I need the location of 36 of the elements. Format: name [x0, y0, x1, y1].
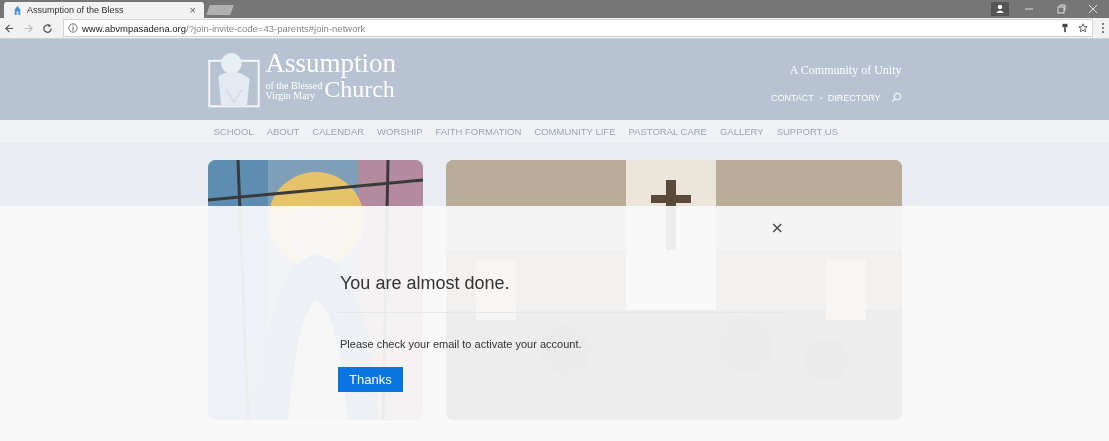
close-button[interactable]: ×: [766, 220, 788, 236]
tagline: A Community of Unity: [789, 63, 902, 78]
logo-subtitle: of the Blessed: [265, 81, 323, 91]
nav-link[interactable]: PASTORAL CARE: [628, 125, 707, 137]
key-icon[interactable]: [1060, 23, 1070, 33]
modal-heading: You are almost done.: [340, 273, 511, 294]
info-icon: [68, 23, 78, 33]
back-icon[interactable]: [4, 22, 15, 34]
profile-icon[interactable]: [991, 2, 1009, 16]
logo-title[interactable]: Church: [324, 77, 395, 101]
star-icon[interactable]: [1078, 23, 1088, 33]
address-bar[interactable]: www.abvmpasadena.org/?join-invite-code=43-parents#join-network: [63, 19, 1093, 37]
header-link[interactable]: DIRECTORY: [827, 92, 881, 103]
nav-link[interactable]: GALLERY: [719, 125, 764, 137]
new-tab-button[interactable]: [206, 5, 234, 15]
nav-link[interactable]: SUPPORT US: [776, 125, 839, 137]
logo-subtitle: Virgin Mary: [265, 91, 316, 101]
menu-icon[interactable]: [1101, 22, 1105, 34]
browser-tab[interactable]: Assumption of the Bless ×: [4, 2, 204, 18]
nav-link[interactable]: FAITH FORMATION: [435, 125, 522, 137]
tab-title: Assumption of the Bless: [27, 5, 125, 15]
nav-link[interactable]: SCHOOL: [213, 125, 254, 137]
nav-link[interactable]: COMMUNITY LIFE: [534, 125, 616, 137]
close-icon[interactable]: [1087, 3, 1099, 15]
thanks-button[interactable]: Thanks: [338, 367, 403, 392]
reload-icon[interactable]: [42, 22, 53, 34]
modal-message: Please check your email to activate your account.: [340, 338, 583, 350]
logo-title[interactable]: Assumption: [265, 49, 397, 77]
header-link[interactable]: CONTACT: [770, 92, 814, 103]
forward-icon[interactable]: [23, 22, 34, 34]
url-text: www.abvmpasadena.org/?join-invite-code=43-parents#join-network: [82, 22, 366, 34]
restore-icon[interactable]: [1055, 3, 1067, 15]
nav-link[interactable]: WORSHIP: [377, 125, 423, 137]
nav-link[interactable]: CALENDAR: [312, 125, 365, 137]
close-tab-icon[interactable]: ×: [189, 4, 196, 16]
nav-link[interactable]: ABOUT: [266, 125, 300, 137]
